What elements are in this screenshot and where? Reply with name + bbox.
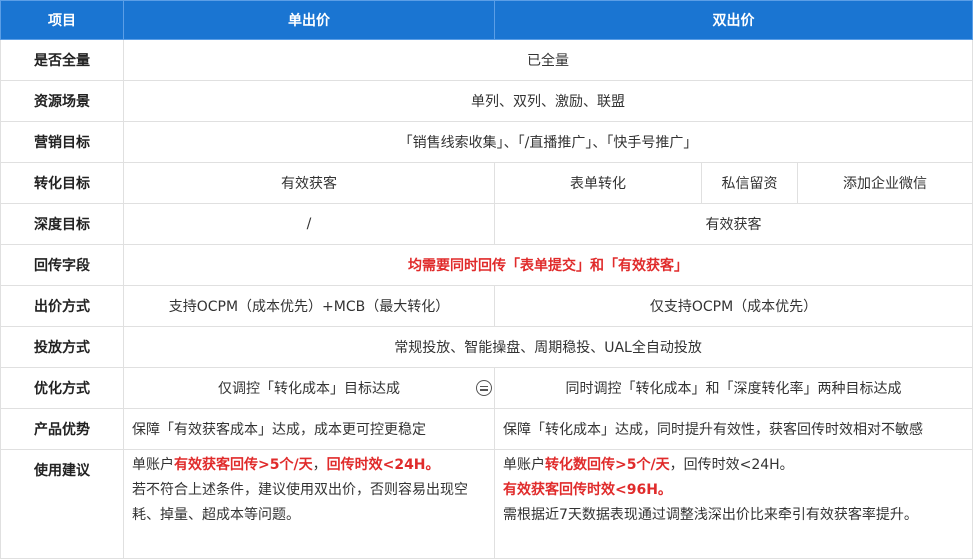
- optimize-single-text: 仅调控「转化成本」目标达成: [218, 381, 400, 397]
- suggestion-single-line1: 单账户有效获客回传>5个/天，回传时效<24H。: [132, 453, 486, 478]
- row-callback: 回传字段 均需要同时回传「表单提交」和「有效获客」: [0, 244, 973, 286]
- highlight-text: 转化数回传>5个/天: [545, 457, 670, 473]
- conversion-private: 私信留资: [701, 162, 798, 204]
- row-scene: 资源场景 单列、双列、激励、联盟: [0, 80, 973, 122]
- optimize-double: 同时调控「转化成本」和「深度转化率」两种目标达成: [493, 367, 973, 409]
- conversion-form: 表单转化: [494, 162, 702, 204]
- suggestion-double: 单账户转化数回传>5个/天，回传时效<24H。 有效获客回传时效<96H。 需根…: [493, 449, 973, 559]
- row-marketing: 营销目标 「销售线索收集」、「/直播推广」、「快手号推广」: [0, 121, 973, 163]
- row-label: 回传字段: [0, 244, 124, 286]
- row-label: 资源场景: [0, 80, 124, 122]
- delivery-value: 常规投放、智能操盘、周期稳投、UAL全自动投放: [122, 326, 973, 368]
- suggestion-double-line1: 单账户转化数回传>5个/天，回传时效<24H。: [503, 453, 964, 478]
- row-label: 优化方式: [0, 367, 124, 409]
- optimize-single: 仅调控「转化成本」目标达成: [123, 367, 495, 409]
- row-advantage: 产品优势 保障「有效获客成本」达成，成本更可控更稳定 保障「转化成本」达成，同时…: [0, 408, 973, 450]
- marketing-value: 「销售线索收集」、「/直播推广」、「快手号推广」: [122, 121, 973, 163]
- highlight-text: 有效获客回传>5个/天: [174, 457, 313, 473]
- row-label: 是否全量: [0, 39, 124, 81]
- row-label: 产品优势: [0, 408, 124, 450]
- suggestion-single-line2: 若不符合上述条件，建议使用双出价，否则容易出现空耗、掉量、超成本等问题。: [132, 482, 468, 523]
- highlight-text: 回传时效<24H。: [326, 457, 440, 473]
- advantage-single: 保障「有效获客成本」达成，成本更可控更稳定: [123, 408, 495, 450]
- bidding-double: 仅支持OCPM（成本优先）: [493, 285, 973, 327]
- row-label: 出价方式: [0, 285, 124, 327]
- row-label: 转化目标: [0, 162, 124, 204]
- conversion-single: 有效获客: [123, 162, 495, 204]
- text: ，回传时效<24H。: [669, 457, 794, 473]
- row-label: 营销目标: [0, 121, 124, 163]
- row-label: 深度目标: [0, 203, 124, 245]
- suggestion-double-line2: 有效获客回传时效<96H。: [503, 482, 672, 498]
- suggestion-single: 单账户有效获客回传>5个/天，回传时效<24H。 若不符合上述条件，建议使用双出…: [123, 449, 495, 559]
- row-delivery: 投放方式 常规投放、智能操盘、周期稳投、UAL全自动投放: [0, 326, 973, 368]
- row-optimize: 优化方式 仅调控「转化成本」目标达成 同时调控「转化成本」和「深度转化率」两种目…: [0, 367, 973, 409]
- callback-value: 均需要同时回传「表单提交」和「有效获客」: [122, 244, 973, 286]
- full-volume-value: 已全量: [122, 39, 973, 81]
- header-double-bid: 双出价: [493, 0, 973, 40]
- conversion-wechat: 添加企业微信: [796, 162, 973, 204]
- text: 单账户: [503, 457, 545, 473]
- depth-single: /: [123, 203, 495, 245]
- header-single-bid: 单出价: [123, 0, 495, 40]
- row-conversion: 转化目标 有效获客 表单转化 私信留资 添加企业微信: [0, 162, 973, 204]
- equals-circle-icon[interactable]: [476, 380, 492, 396]
- text: ，: [312, 457, 327, 473]
- row-suggestion: 使用建议 单账户有效获客回传>5个/天，回传时效<24H。 若不符合上述条件，建…: [0, 449, 973, 559]
- row-label: 投放方式: [0, 326, 124, 368]
- suggestion-double-line3: 需根据近7天数据表现通过调整浅深出价比来牵引有效获客率提升。: [503, 507, 918, 523]
- advantage-double: 保障「转化成本」达成，同时提升有效性，获客回传时效相对不敏感: [493, 408, 973, 450]
- bidding-comparison-table: 项目 单出价 双出价 是否全量 已全量 资源场景 单列、双列、激励、联盟 营销目…: [0, 0, 973, 559]
- scene-value: 单列、双列、激励、联盟: [122, 80, 973, 122]
- row-depth: 深度目标 / 有效获客: [0, 203, 973, 245]
- row-bidding: 出价方式 支持OCPM（成本优先）+MCB（最大转化） 仅支持OCPM（成本优先…: [0, 285, 973, 327]
- row-full-volume: 是否全量 已全量: [0, 39, 973, 81]
- row-label: 使用建议: [0, 449, 124, 559]
- bidding-single: 支持OCPM（成本优先）+MCB（最大转化）: [123, 285, 495, 327]
- text: 单账户: [132, 457, 174, 473]
- header-row: 项目 单出价 双出价: [0, 0, 973, 40]
- header-item: 项目: [0, 0, 124, 40]
- depth-double: 有效获客: [493, 203, 973, 245]
